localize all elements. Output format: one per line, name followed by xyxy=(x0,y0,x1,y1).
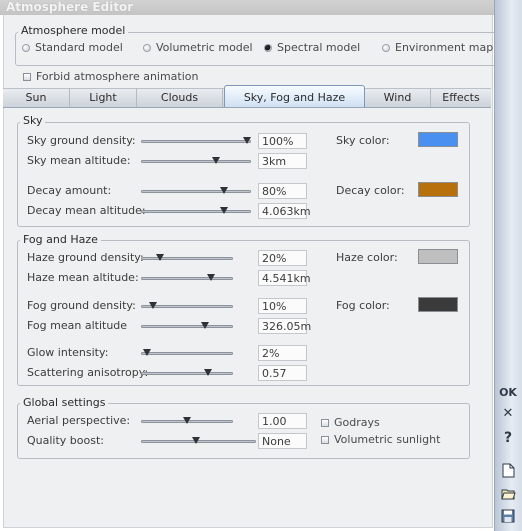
aerial-perspective-field[interactable]: 1.00 xyxy=(258,413,307,429)
slider-thumb[interactable] xyxy=(149,302,157,309)
radio-dot xyxy=(143,43,151,52)
sky-ground-density-slider[interactable] xyxy=(141,137,251,146)
fog-ground-density-field[interactable]: 10% xyxy=(258,298,307,314)
open-folder-icon[interactable] xyxy=(497,484,519,502)
tab-bar: Sun Light Clouds Sky, Fog and Haze Wind … xyxy=(3,85,491,108)
tab-wind[interactable]: Wind xyxy=(365,89,431,107)
checkbox-label: Forbid atmosphere animation xyxy=(36,70,199,83)
sky-mean-altitude-field[interactable]: 3km xyxy=(258,153,307,169)
global-settings-group xyxy=(17,403,470,459)
ok-button[interactable]: OK xyxy=(497,383,519,401)
slider-thumb[interactable] xyxy=(156,254,164,261)
haze-color-swatch[interactable] xyxy=(418,249,458,264)
radio-dot xyxy=(22,43,30,52)
global-settings-legend: Global settings xyxy=(20,396,109,409)
sky-ground-density-field[interactable]: 100% xyxy=(258,133,307,149)
slider-thumb[interactable] xyxy=(220,187,228,194)
fog-ground-density-slider[interactable] xyxy=(141,302,233,311)
slider-thumb[interactable] xyxy=(192,437,200,444)
close-icon[interactable]: ✕ xyxy=(497,404,519,422)
decay-mean-altitude-slider[interactable] xyxy=(141,207,251,216)
fog-color-label: Fog color: xyxy=(336,299,390,312)
new-document-icon[interactable] xyxy=(497,461,519,479)
decay-mean-altitude-label: Decay mean altitude: xyxy=(27,204,146,217)
tab-effects[interactable]: Effects xyxy=(431,89,491,107)
radio-dot xyxy=(382,43,390,52)
radio-spectral-model[interactable]: Spectral model xyxy=(264,41,360,54)
tab-clouds[interactable]: Clouds xyxy=(137,89,223,107)
slider-thumb[interactable] xyxy=(201,322,209,329)
fog-mean-altitude-label: Fog mean altitude xyxy=(27,319,128,332)
window-title: Atmosphere Editor xyxy=(6,0,134,14)
tab-sun[interactable]: Sun xyxy=(3,89,70,107)
sky-mean-altitude-slider[interactable] xyxy=(141,157,251,166)
godrays-checkbox[interactable]: Godrays xyxy=(321,416,380,429)
checkbox-label: Volumetric sunlight xyxy=(334,433,441,446)
radio-dot-selected xyxy=(264,43,272,52)
haze-ground-density-field[interactable]: 20% xyxy=(258,250,307,266)
haze-color-label: Haze color: xyxy=(336,251,398,264)
fog-mean-altitude-slider[interactable] xyxy=(141,322,233,331)
fog-ground-density-label: Fog ground density: xyxy=(27,299,136,312)
glow-intensity-label: Glow intensity: xyxy=(27,346,109,359)
radio-label: Volumetric model xyxy=(156,41,253,54)
radio-label: Standard model xyxy=(35,41,123,54)
scattering-anisotropy-label: Scattering anisotropy: xyxy=(27,366,149,379)
quality-boost-label: Quality boost: xyxy=(27,434,104,447)
sky-legend: Sky xyxy=(20,114,46,127)
glow-intensity-slider[interactable] xyxy=(141,349,233,358)
scattering-anisotropy-field[interactable]: 0.57 xyxy=(258,365,307,381)
slider-thumb[interactable] xyxy=(243,137,251,144)
radio-standard-model[interactable]: Standard model xyxy=(22,41,123,54)
sky-ground-density-label: Sky ground density: xyxy=(27,134,136,147)
slider-thumb[interactable] xyxy=(207,274,215,281)
slider-thumb[interactable] xyxy=(220,207,228,214)
aerial-perspective-label: Aerial perspective: xyxy=(27,414,131,427)
radio-volumetric-model[interactable]: Volumetric model xyxy=(143,41,253,54)
sky-color-label: Sky color: xyxy=(336,134,390,147)
fog-haze-legend: Fog and Haze xyxy=(20,233,101,246)
save-disk-icon[interactable] xyxy=(497,507,519,525)
fog-mean-altitude-field[interactable]: 326.05m xyxy=(258,318,311,334)
decay-amount-label: Decay amount: xyxy=(27,184,112,197)
right-toolbar xyxy=(494,0,522,531)
slider-thumb[interactable] xyxy=(183,417,191,424)
forbid-animation-checkbox[interactable]: Forbid atmosphere animation xyxy=(23,70,199,83)
slider-thumb[interactable] xyxy=(212,157,220,164)
quality-boost-field[interactable]: None xyxy=(258,433,307,449)
haze-ground-density-label: Haze ground density: xyxy=(27,251,144,264)
checkbox-box xyxy=(321,435,329,444)
fog-color-swatch[interactable] xyxy=(418,297,458,312)
sky-mean-altitude-label: Sky mean altitude: xyxy=(27,154,131,167)
quality-boost-slider[interactable] xyxy=(141,437,256,446)
volumetric-sunlight-checkbox[interactable]: Volumetric sunlight xyxy=(321,433,440,446)
title-bar[interactable]: Atmosphere Editor xyxy=(0,0,522,15)
aerial-perspective-slider[interactable] xyxy=(141,417,233,426)
atmosphere-editor-window: Atmosphere Editor Atmosphere model Stand… xyxy=(0,0,522,531)
help-icon[interactable]: ? xyxy=(497,429,519,447)
haze-ground-density-slider[interactable] xyxy=(141,254,233,263)
tab-sky-fog-haze[interactable]: Sky, Fog and Haze xyxy=(224,85,365,107)
decay-color-label: Decay color: xyxy=(336,184,405,197)
sky-color-swatch[interactable] xyxy=(418,132,458,147)
glow-intensity-field[interactable]: 2% xyxy=(258,345,307,361)
tab-light[interactable]: Light xyxy=(70,89,137,107)
haze-mean-altitude-field[interactable]: 4.541km xyxy=(258,270,311,286)
slider-thumb[interactable] xyxy=(204,369,212,376)
checkbox-box xyxy=(321,418,329,427)
atmosphere-model-legend: Atmosphere model xyxy=(18,24,129,37)
decay-amount-field[interactable]: 80% xyxy=(258,183,307,199)
radio-label: Spectral model xyxy=(277,41,361,54)
slider-thumb[interactable] xyxy=(143,349,151,356)
scattering-anisotropy-slider[interactable] xyxy=(141,369,233,378)
checkbox-box xyxy=(23,72,31,81)
decay-mean-altitude-field[interactable]: 4.063km xyxy=(258,203,311,219)
checkbox-label: Godrays xyxy=(334,416,380,429)
decay-color-swatch[interactable] xyxy=(418,182,458,197)
haze-mean-altitude-label: Haze mean altitude: xyxy=(27,271,139,284)
decay-amount-slider[interactable] xyxy=(141,187,251,196)
haze-mean-altitude-slider[interactable] xyxy=(141,274,233,283)
